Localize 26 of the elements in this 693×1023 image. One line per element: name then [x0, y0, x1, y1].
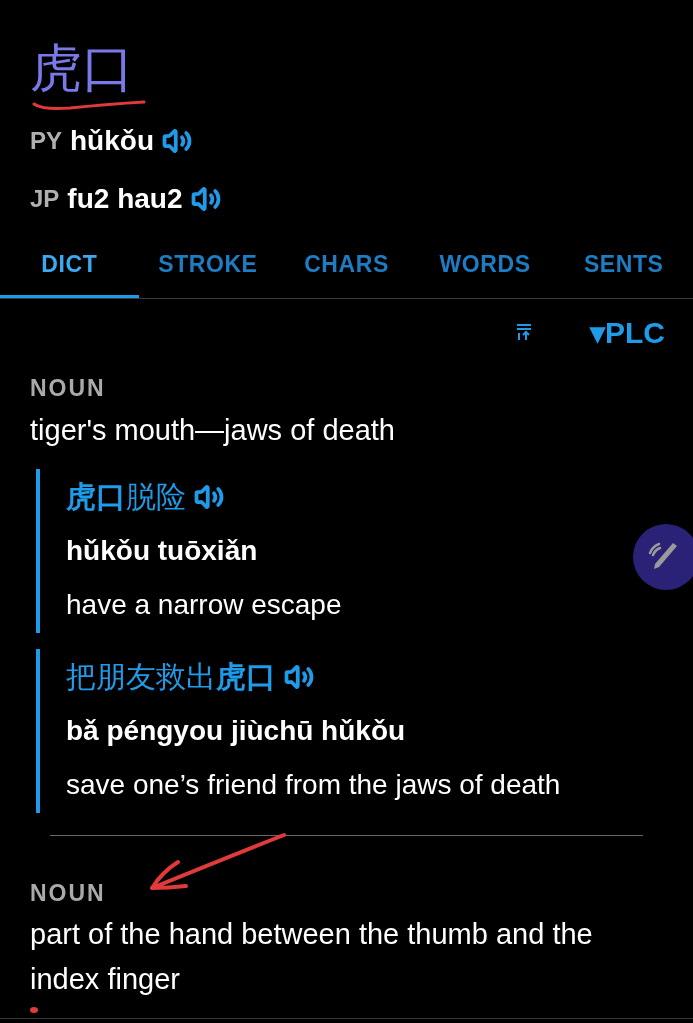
example-translation: save one’s friend from the jaws of death	[66, 767, 561, 802]
handwriting-button[interactable]	[633, 524, 693, 590]
speaker-icon[interactable]	[162, 126, 192, 156]
reading-text: hǔkǒu	[70, 124, 154, 158]
scroll-top-icon[interactable]	[516, 323, 532, 341]
dot-mark	[30, 1007, 38, 1013]
example-hanzi: 把朋友救出虎口	[66, 658, 276, 696]
tab[interactable]: SENTS	[554, 234, 693, 298]
reading-label: PY	[30, 126, 62, 156]
speaker-icon[interactable]	[190, 184, 221, 214]
definition: part of the hand between the thumb and the index finger	[30, 917, 594, 997]
tab[interactable]: WORDS	[415, 234, 555, 298]
example-pinyin: hǔkǒu tuōxiǎn	[66, 533, 259, 568]
example-hanzi: 虎口脱险	[66, 478, 186, 516]
part-of-speech: NOUN	[30, 878, 106, 908]
tab[interactable]: CHARS	[277, 234, 416, 298]
example-translation: have a narrow escape	[66, 587, 342, 622]
headword: 虎口	[30, 37, 135, 100]
example-pinyin: bǎ péngyou jiùchū hǔkǒu	[66, 713, 407, 748]
reading-text: fu2 hau2	[67, 182, 183, 216]
tab[interactable]: DICT	[0, 234, 139, 298]
definition: tiger's mouth—jaws of death	[30, 412, 396, 448]
reading-label: JP	[30, 184, 60, 214]
tab[interactable]: STROKE	[138, 234, 278, 298]
source-dropdown[interactable]: ▾PLC	[590, 309, 665, 355]
part-of-speech: NOUN	[30, 374, 106, 403]
